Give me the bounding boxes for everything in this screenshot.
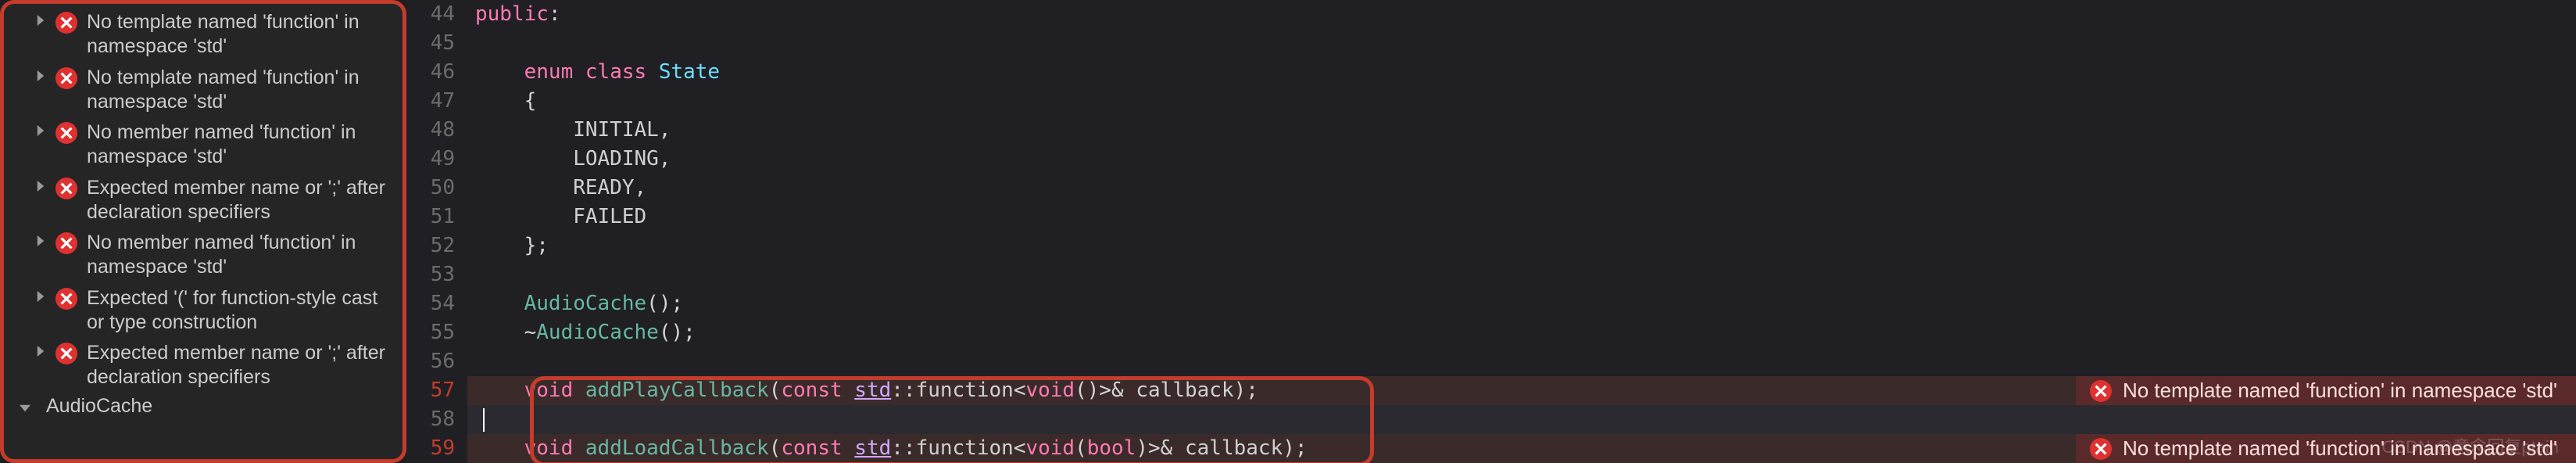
inline-error-text: No template named 'function' in namespac… [2123,379,2557,403]
file-label: AudioCache [46,395,152,418]
code-line[interactable]: { [467,87,2576,116]
code-area[interactable]: public: enum class State { INITIAL, LOAD… [467,0,2576,463]
issue-row[interactable]: Expected member name or ';' after declar… [4,338,402,393]
issue-row[interactable]: Expected '(' for function-style cast or … [4,283,402,339]
code-line[interactable]: READY, [467,174,2576,203]
issue-row[interactable]: No member named 'function' in namespace … [4,117,402,173]
line-number: 59 [406,434,455,463]
issue-row[interactable]: Expected member name or ';' after declar… [4,173,402,228]
code-line[interactable]: LOADING, [467,145,2576,174]
issue-text: Expected member name or ';' after declar… [87,176,395,225]
line-number: 44 [406,0,455,29]
issue-text: No member named 'function' in namespace … [87,120,395,170]
watermark: CSDN @意念回复ptain [2382,433,2560,458]
line-number: 50 [406,174,455,203]
code-line[interactable]: AudioCache(); [467,289,2576,318]
line-number: 52 [406,232,455,260]
chevron-right-icon [35,346,51,357]
line-number: 48 [406,116,455,145]
issue-text: No template named 'function' in namespac… [87,10,395,59]
line-number: 55 [406,318,455,347]
line-number: 58 [406,405,455,434]
code-editor[interactable]: 44454647484950515253545556575859 public:… [406,0,2576,463]
chevron-right-icon [35,291,51,302]
line-number: 53 [406,260,455,289]
chevron-down-icon [20,403,35,414]
chevron-right-icon [35,235,51,246]
code-line[interactable]: FAILED [467,203,2576,232]
code-line[interactable] [467,29,2576,58]
text-caret [483,408,485,432]
code-line[interactable]: public: [467,0,2576,29]
issue-row[interactable]: No template named 'function' in namespac… [4,7,402,63]
issue-text: Expected member name or ';' after declar… [87,341,395,390]
line-number: 57 [406,376,455,405]
chevron-right-icon [35,70,51,81]
line-number: 54 [406,289,455,318]
issue-row[interactable]: No template named 'function' in namespac… [4,63,402,118]
issue-text: No template named 'function' in namespac… [87,66,395,115]
issue-text: Expected '(' for function-style cast or … [87,286,395,336]
line-number: 51 [406,203,455,232]
issue-text: No member named 'function' in namespace … [87,231,395,280]
code-line[interactable]: ~AudioCache(); [467,318,2576,347]
error-icon [55,178,77,199]
chevron-right-icon [35,15,51,26]
chevron-right-icon [35,181,51,192]
code-line[interactable] [467,405,2576,434]
code-line[interactable] [467,347,2576,376]
issue-row[interactable]: No member named 'function' in namespace … [4,228,402,283]
line-number: 45 [406,29,455,58]
error-icon [55,67,77,89]
code-line[interactable] [467,260,2576,289]
error-icon [2090,438,2112,460]
error-icon [55,12,77,34]
inline-error-banner[interactable]: No template named 'function' in namespac… [2076,376,2576,405]
error-icon [55,122,77,144]
error-icon [2090,380,2112,402]
code-line[interactable]: INITIAL, [467,116,2576,145]
error-icon [55,232,77,254]
line-number-gutter: 44454647484950515253545556575859 [406,0,467,463]
line-number: 56 [406,347,455,376]
file-tree-item[interactable]: AudioCache [4,393,402,418]
chevron-right-icon [35,125,51,136]
code-line[interactable]: }; [467,232,2576,260]
issues-sidebar: No template named 'function' in namespac… [0,0,406,463]
line-number: 46 [406,58,455,87]
code-line[interactable]: enum class State [467,58,2576,87]
line-number: 49 [406,145,455,174]
line-number: 47 [406,87,455,116]
error-icon [55,343,77,364]
error-icon [55,288,77,310]
